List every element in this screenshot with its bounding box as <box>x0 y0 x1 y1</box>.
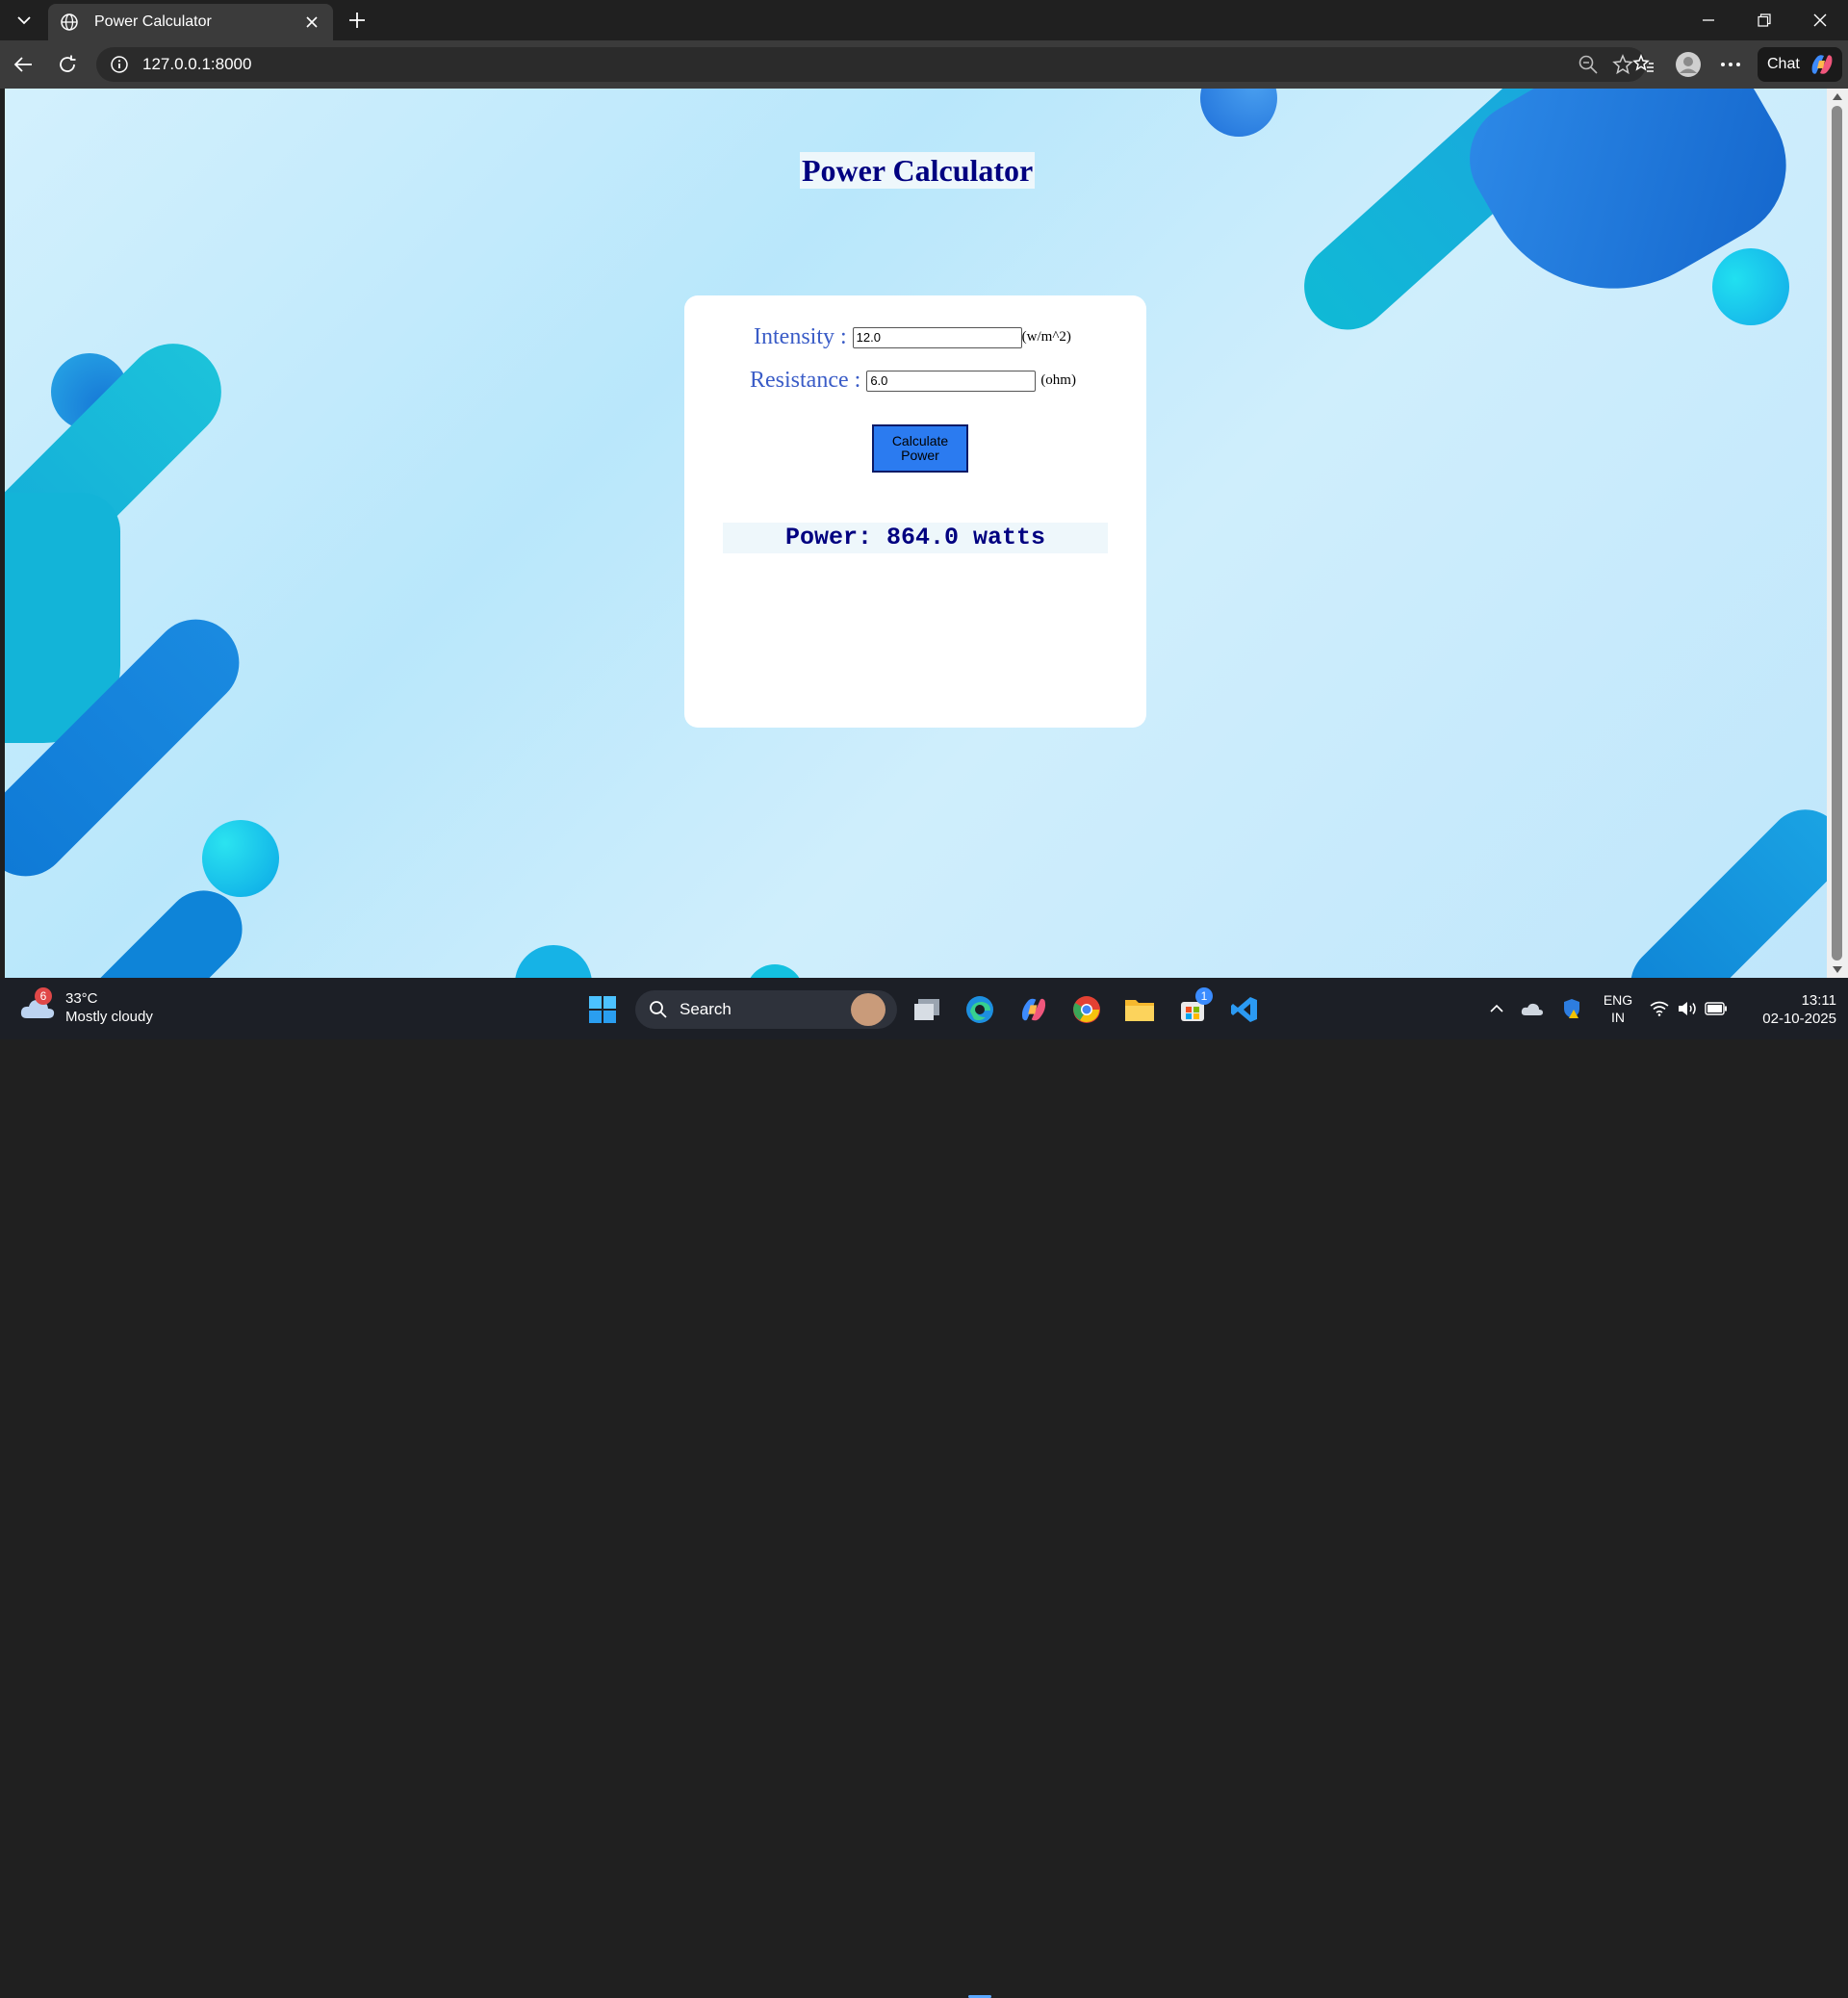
restore-icon <box>1758 13 1771 27</box>
page-viewport: Power Calculator Intensity : (w/m^2) Res… <box>5 89 1827 978</box>
volume-icon[interactable] <box>1673 1000 1702 1017</box>
file-explorer-button[interactable] <box>1121 991 1158 1028</box>
power-result: Power: 864.0 watts <box>723 523 1108 553</box>
intensity-label: Intensity : <box>754 324 847 349</box>
scroll-up-arrow-icon[interactable] <box>1833 93 1842 100</box>
more-menu-button[interactable] <box>1713 48 1748 81</box>
more-dots-icon <box>1721 63 1740 66</box>
resistance-row: Resistance : (ohm) <box>750 368 1076 394</box>
region-code: IN <box>1611 1010 1625 1025</box>
weather-widget[interactable]: 6 33°C Mostly cloudy <box>19 987 153 1026</box>
vscode-icon <box>1231 997 1257 1022</box>
close-icon <box>1813 13 1827 27</box>
address-bar[interactable]: 127.0.0.1:8000 <box>96 47 1646 82</box>
new-tab-button[interactable] <box>343 6 372 35</box>
edge-icon <box>966 996 993 1023</box>
zoom-out-icon[interactable] <box>1571 48 1605 81</box>
task-view-button[interactable] <box>909 991 945 1028</box>
decor-circle <box>202 820 279 897</box>
favorites-button[interactable] <box>1627 48 1661 81</box>
intensity-row: Intensity : (w/m^2) <box>754 324 1071 350</box>
close-tab-icon[interactable] <box>302 13 321 32</box>
scrollbar-thumb[interactable] <box>1832 106 1842 961</box>
tab-title: Power Calculator <box>94 13 212 30</box>
store-notification-badge: 1 <box>1195 987 1213 1005</box>
copilot-chat-button[interactable]: Chat <box>1758 47 1842 82</box>
arrow-left-icon <box>13 57 32 72</box>
windows-logo-icon <box>589 996 616 1023</box>
folder-icon <box>1125 1000 1154 1021</box>
site-info-icon[interactable] <box>110 54 131 75</box>
profile-button[interactable] <box>1671 48 1706 81</box>
tab-strip: Power Calculator <box>0 0 1848 40</box>
search-icon <box>650 1001 667 1018</box>
security-shield-icon[interactable] <box>1553 998 1590 1019</box>
plus-icon <box>349 13 365 28</box>
edge-taskbar-button[interactable] <box>962 991 998 1028</box>
search-highlight-image <box>851 993 886 1026</box>
language-code: ENG <box>1603 992 1633 1008</box>
clock[interactable]: 13:11 02-10-2025 <box>1744 991 1836 1028</box>
language-indicator[interactable]: ENG IN <box>1590 991 1646 1026</box>
time: 13:11 <box>1801 992 1836 1009</box>
battery-icon[interactable] <box>1702 1002 1731 1015</box>
decor-bar <box>1614 793 1827 978</box>
chrome-icon <box>1073 996 1100 1023</box>
tab-list-button[interactable] <box>6 6 42 35</box>
page-title: Power Calculator <box>800 152 1036 189</box>
vscode-taskbar-button[interactable] <box>1226 991 1263 1028</box>
decor-circle <box>515 945 592 978</box>
onedrive-icon[interactable] <box>1511 1000 1553 1017</box>
resistance-unit: (ohm) <box>1040 372 1076 388</box>
chevron-down-icon <box>17 16 31 25</box>
resistance-input[interactable] <box>866 370 1037 392</box>
start-button[interactable] <box>584 991 621 1028</box>
weather-alert-badge: 6 <box>35 987 52 1005</box>
calculate-power-button[interactable]: Calculate Power <box>872 424 968 473</box>
minimize-icon <box>1703 19 1714 21</box>
reload-icon <box>60 55 76 72</box>
temperature: 33°C <box>65 990 98 1007</box>
browser-toolbar: 127.0.0.1:8000 Chat <box>0 40 1848 89</box>
active-tab[interactable]: Power Calculator <box>48 4 333 40</box>
wifi-icon[interactable] <box>1646 1001 1673 1016</box>
store-taskbar-button[interactable]: 1 <box>1174 987 1213 1028</box>
date: 02-10-2025 <box>1762 1011 1836 1027</box>
copilot-taskbar-button[interactable] <box>1015 991 1052 1028</box>
chat-label: Chat <box>1767 56 1800 72</box>
globe-icon <box>60 12 81 33</box>
decor-circle <box>746 964 804 978</box>
weather-condition: Mostly cloudy <box>65 1009 153 1025</box>
restore-button[interactable] <box>1736 0 1792 40</box>
avatar-icon <box>1676 52 1701 77</box>
task-view-icon <box>914 999 939 1020</box>
chrome-taskbar-button[interactable] <box>1068 991 1105 1028</box>
resistance-label: Resistance : <box>750 368 861 393</box>
minimize-button[interactable] <box>1681 0 1736 40</box>
intensity-unit: (w/m^2) <box>1021 329 1071 345</box>
decor-circle <box>1712 248 1789 325</box>
intensity-input[interactable] <box>852 326 1022 348</box>
show-hidden-icons-chevron-icon[interactable] <box>1482 1004 1511 1013</box>
favorites-list-icon <box>1632 54 1654 72</box>
scroll-down-arrow-icon[interactable] <box>1833 966 1842 973</box>
system-tray: ENG IN <box>1482 978 1731 1039</box>
page-scrollbar[interactable] <box>1827 89 1848 978</box>
url-text: 127.0.0.1:8000 <box>142 55 252 73</box>
windows-taskbar: 6 33°C Mostly cloudy Search 1 ENG IN 13:… <box>0 978 1848 1998</box>
copilot-icon <box>1811 55 1833 74</box>
reload-button[interactable] <box>50 48 85 81</box>
back-button[interactable] <box>6 48 40 81</box>
decor-circle <box>1200 89 1277 137</box>
copilot-app-icon <box>1021 998 1046 1021</box>
cloud-icon: 6 <box>19 987 56 1022</box>
close-window-button[interactable] <box>1792 0 1848 40</box>
search-label: Search <box>680 1000 732 1018</box>
taskbar-search[interactable]: Search <box>635 990 897 1029</box>
calculator-card: Intensity : (w/m^2) Resistance : (ohm) C… <box>684 295 1146 728</box>
